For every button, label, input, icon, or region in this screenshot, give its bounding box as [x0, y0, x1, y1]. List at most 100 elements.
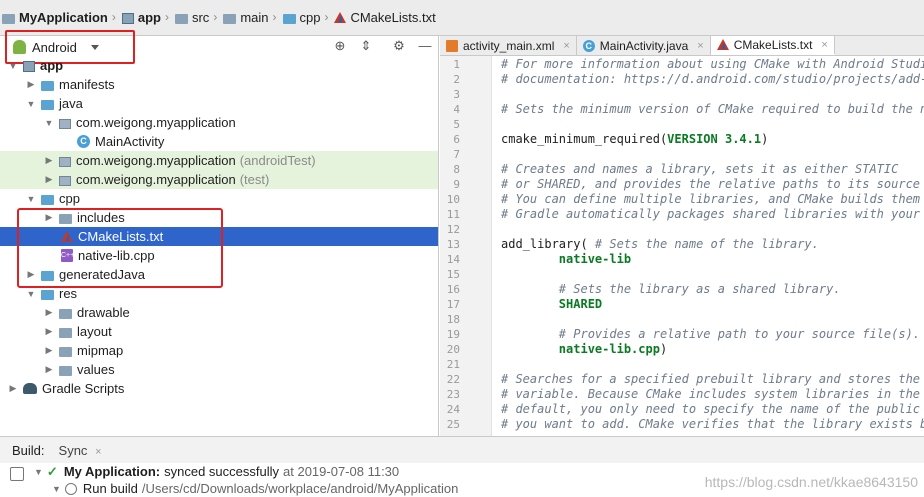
expand-arrow-icon[interactable]: ▼	[26, 99, 36, 109]
xml-file-icon	[446, 39, 458, 52]
line-number: 18	[446, 313, 460, 326]
tab-mainactivity[interactable]: C MainActivity.java ×	[577, 36, 711, 55]
rerun-icon[interactable]	[10, 467, 24, 481]
code-line[interactable]: 11 # Gradle automatically packages shared…	[440, 207, 924, 222]
package-icon	[59, 175, 71, 186]
tree-item-cmakelists[interactable]: CMakeLists.txt	[0, 227, 438, 246]
tree-item-package[interactable]: ▼ com.weigong.myapplication	[0, 113, 438, 132]
code-line[interactable]: 16 # Sets the library as a shared librar…	[440, 282, 924, 297]
close-icon[interactable]: ×	[821, 39, 827, 51]
code-line[interactable]: 24 # default, you only need to specify th…	[440, 402, 924, 417]
code-line[interactable]: 7	[440, 147, 924, 162]
expand-arrow-icon[interactable]: ▼	[52, 484, 61, 494]
code-text: # Searches for a specified prebuilt libr…	[501, 372, 924, 386]
code-line[interactable]: 18	[440, 312, 924, 327]
tab-sync[interactable]: Sync ×	[55, 443, 106, 458]
code-line[interactable]: 10 # You can define multiple libraries, a…	[440, 192, 924, 207]
breadcrumb-project[interactable]: MyApplication	[2, 10, 108, 25]
close-icon[interactable]: ×	[563, 40, 569, 52]
line-number: 19	[446, 328, 460, 341]
close-icon[interactable]: ×	[697, 40, 703, 52]
collapse-arrow-icon[interactable]: ▶	[44, 174, 54, 185]
code-text: # Creates and names a library, sets it a…	[501, 162, 899, 176]
code-line[interactable]: 19 # Provides a relative path to your so…	[440, 327, 924, 342]
build-status-row[interactable]: ▼ ✓ My Application: synced successfully …	[34, 463, 399, 480]
collapse-arrow-icon[interactable]: ▶	[44, 212, 54, 223]
code-line[interactable]: 17 SHARED	[440, 297, 924, 312]
tree-item-gradle-scripts[interactable]: ▶ Gradle Scripts	[0, 379, 438, 398]
expand-arrow-icon[interactable]: ▼	[26, 289, 36, 299]
code-line[interactable]: 1 # For more information about using CMak…	[440, 57, 924, 72]
run-build-row[interactable]: ▼ Run build /Users/cd/Downloads/workplac…	[52, 480, 458, 497]
tree-item-mainactivity[interactable]: C MainActivity	[0, 132, 438, 151]
tab-activity-main[interactable]: activity_main.xml ×	[440, 36, 577, 55]
tree-item-manifests[interactable]: ▶ manifests	[0, 75, 438, 94]
code-line[interactable]: 13 add_library( # Sets the name of the li…	[440, 237, 924, 252]
tree-item-drawable[interactable]: ▶ drawable	[0, 303, 438, 322]
code-line[interactable]: 8 # Creates and names a library, sets it …	[440, 162, 924, 177]
folder-icon	[223, 13, 237, 24]
code-line[interactable]: 12	[440, 222, 924, 237]
tree-item-generatedjava[interactable]: ▶ generatedJava	[0, 265, 438, 284]
tree-item-cpp[interactable]: ▼ cpp	[0, 189, 438, 208]
code-editor[interactable]: 1 # For more information about using CMak…	[440, 56, 924, 436]
code-token: )	[761, 132, 769, 146]
tab-cmakelists[interactable]: CMakeLists.txt ×	[710, 36, 835, 55]
code-line[interactable]: 2 # documentation: https://d.android.com/…	[440, 72, 924, 87]
minimize-icon[interactable]: —	[417, 38, 433, 54]
tree-item-package-test[interactable]: ▶ com.weigong.myapplication (test)	[0, 170, 438, 189]
code-line[interactable]: 23 # variable. Because CMake includes sys…	[440, 387, 924, 402]
breadcrumb-cpp[interactable]: cpp	[282, 10, 320, 25]
code-line[interactable]: 21	[440, 357, 924, 372]
collapse-arrow-icon[interactable]: ▶	[44, 307, 54, 318]
collapse-arrow-icon[interactable]: ▶	[8, 383, 18, 394]
expand-arrow-icon[interactable]: ▼	[34, 467, 43, 477]
gear-icon[interactable]: ⚙	[391, 38, 407, 54]
tree-item-includes[interactable]: ▶ includes	[0, 208, 438, 227]
tree-item-mipmap[interactable]: ▶ mipmap	[0, 341, 438, 360]
tree-item-res[interactable]: ▼ res	[0, 284, 438, 303]
tree-item-app[interactable]: ▼ app	[0, 56, 438, 75]
check-icon: ✓	[46, 463, 58, 479]
breadcrumb-file[interactable]: CMakeLists.txt	[334, 10, 436, 25]
expand-arrow-icon[interactable]: ▼	[44, 118, 54, 128]
collapse-arrow-icon[interactable]: ▶	[26, 269, 36, 280]
code-line[interactable]: 6 cmake_minimum_required(VERSION 3.4.1)	[440, 132, 924, 147]
code-line[interactable]: 20 native-lib.cpp)	[440, 342, 924, 357]
code-text: # default, you only need to specify the …	[501, 402, 924, 416]
code-line[interactable]: 5	[440, 117, 924, 132]
collapse-all-icon[interactable]: ⇕	[358, 38, 374, 54]
collapse-arrow-icon[interactable]: ▶	[44, 345, 54, 356]
tree-item-values[interactable]: ▶ values	[0, 360, 438, 379]
tree-item-native-lib[interactable]: C++ native-lib.cpp	[0, 246, 438, 265]
collapse-arrow-icon[interactable]: ▶	[44, 326, 54, 337]
breadcrumb-src[interactable]: src	[174, 10, 209, 25]
tab-label: Sync	[58, 442, 88, 458]
tree-item-package-androidtest[interactable]: ▶ com.weigong.myapplication (androidTest…	[0, 151, 438, 170]
collapse-arrow-icon[interactable]: ▶	[44, 364, 54, 375]
line-number: 25	[446, 418, 460, 431]
code-line[interactable]: 15	[440, 267, 924, 282]
locate-icon[interactable]: ⊕	[332, 38, 348, 54]
expand-arrow-icon[interactable]: ▼	[26, 194, 36, 204]
breadcrumb-label: app	[137, 10, 161, 25]
expand-arrow-icon[interactable]: ▼	[8, 61, 18, 71]
close-icon[interactable]: ×	[95, 446, 101, 458]
code-line[interactable]: 25 # you want to add. CMake verifies that…	[440, 417, 924, 432]
collapse-arrow-icon[interactable]: ▶	[44, 155, 54, 166]
code-keyword: VERSION 3.4.1	[667, 132, 762, 146]
collapse-arrow-icon[interactable]: ▶	[26, 79, 36, 90]
code-text: native-lib.cpp)	[501, 342, 667, 357]
breadcrumb-main[interactable]: main	[223, 10, 269, 25]
folder-icon	[41, 270, 54, 281]
tree-item-java[interactable]: ▼ java	[0, 94, 438, 113]
tree-item-label: com.weigong.myapplication	[76, 153, 236, 168]
code-line[interactable]: 22 # Searches for a specified prebuilt li…	[440, 372, 924, 387]
code-line[interactable]: 9 # or SHARED, and provides the relative …	[440, 177, 924, 192]
code-line[interactable]: 14 native-lib	[440, 252, 924, 267]
breadcrumb-module[interactable]: app	[121, 10, 161, 25]
code-line[interactable]: 4 # Sets the minimum version of CMake req…	[440, 102, 924, 117]
tree-item-layout[interactable]: ▶ layout	[0, 322, 438, 341]
tree-item-label: Gradle Scripts	[42, 381, 125, 396]
code-line[interactable]: 3	[440, 87, 924, 102]
